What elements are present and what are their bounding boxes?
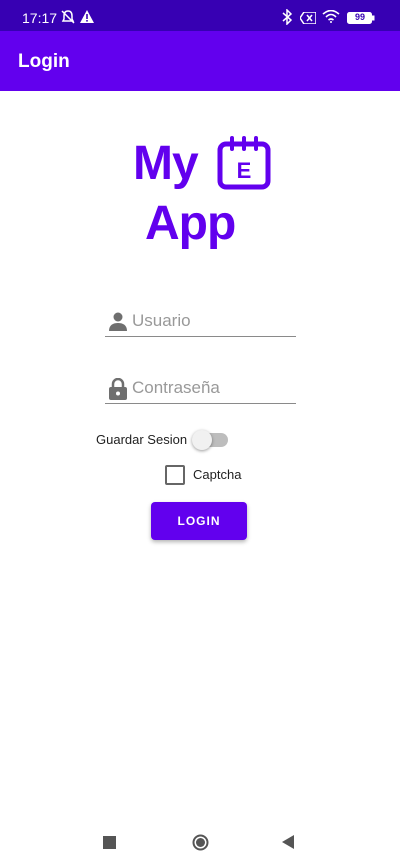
- battery-level: 99: [354, 12, 365, 22]
- switch-thumb: [192, 430, 212, 450]
- captcha-label: Captcha: [193, 467, 242, 482]
- back-icon[interactable]: [282, 835, 295, 854]
- logo-word-my: My: [133, 137, 199, 190]
- warning-icon: [80, 10, 94, 28]
- system-nav-bar: [0, 817, 400, 867]
- bell-off-icon: [60, 9, 76, 30]
- home-icon[interactable]: [192, 834, 209, 856]
- save-session-switch[interactable]: [192, 430, 228, 450]
- save-session-label: Guardar Sesion: [96, 432, 188, 447]
- calendar-letter: E: [237, 158, 252, 183]
- wifi-icon: [322, 9, 340, 28]
- calendar-icon: E: [217, 136, 271, 190]
- captcha-checkbox[interactable]: [165, 465, 185, 485]
- login-button[interactable]: LOGIN: [151, 502, 247, 540]
- password-placeholder: Contraseña: [132, 378, 220, 397]
- recents-icon[interactable]: [103, 836, 116, 849]
- logo-word-app: App: [145, 197, 236, 250]
- lock-icon: [108, 377, 128, 405]
- app-toolbar: Login: [0, 31, 400, 91]
- status-time: 17:17: [22, 10, 58, 26]
- bluetooth-icon: [281, 8, 293, 30]
- x-box-icon: [299, 11, 317, 29]
- app-logo: My App E: [133, 134, 273, 254]
- username-field[interactable]: Usuario: [105, 308, 296, 337]
- username-placeholder: Usuario: [132, 311, 191, 330]
- person-icon: [108, 311, 128, 336]
- password-field[interactable]: Contraseña: [105, 375, 296, 404]
- toolbar-title: Login: [18, 51, 70, 72]
- status-bar: 17:17 99: [0, 0, 400, 31]
